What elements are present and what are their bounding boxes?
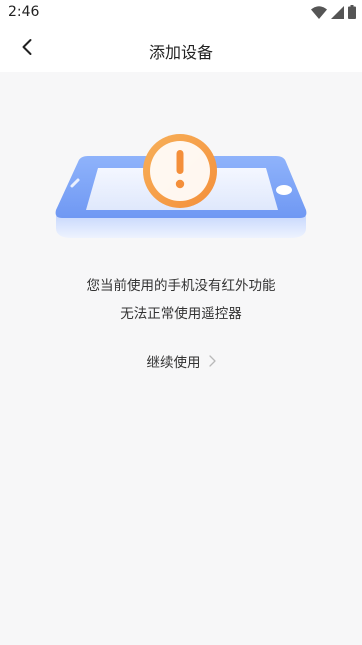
page-title: 添加设备 — [148, 43, 213, 62]
status-icons — [311, 5, 356, 19]
continue-label: 继续使用 — [146, 355, 201, 371]
status-time: 2:46 — [8, 4, 40, 20]
status-bar: 2:46 — [0, 0, 362, 26]
battery-icon — [348, 5, 356, 19]
continue-button[interactable]: 继续使用 — [0, 351, 362, 371]
message-line-1: 您当前使用的手机没有红外功能 — [86, 278, 276, 294]
phone-warning-icon — [50, 124, 312, 254]
exclamation-icon — [175, 150, 185, 189]
no-infrared-message: 您当前使用的手机没有红外功能 无法正常使用遥控器 — [0, 272, 362, 328]
signal-icon — [331, 5, 344, 19]
top-bar: 添加设备 — [0, 26, 362, 72]
continue-inner[interactable]: 继续使用 — [147, 351, 216, 371]
chevron-right-icon — [208, 355, 216, 367]
message-line-2: 无法正常使用遥控器 — [120, 306, 242, 322]
wifi-icon — [311, 5, 327, 19]
